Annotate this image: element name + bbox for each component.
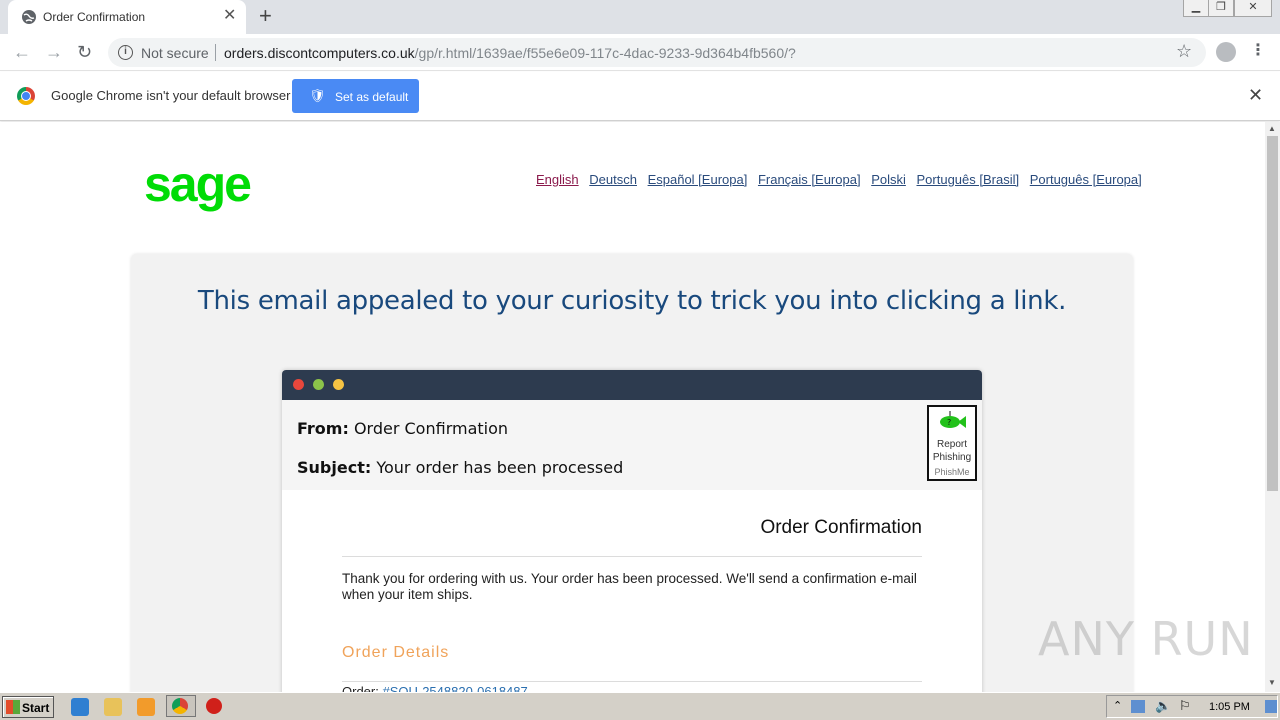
url-path: /gp/r.html/1639ae/f55e6e09-117c-4dac-923… — [414, 45, 796, 61]
order-line: Order: #SOU-2548820-0618487 — [342, 684, 528, 692]
start-label: Start — [22, 701, 50, 715]
scrollbar-thumb[interactable] — [1267, 136, 1278, 491]
email-title: Order Confirmation — [760, 517, 922, 538]
new-tab-button[interactable]: + — [259, 5, 272, 27]
back-icon[interactable]: ← — [13, 42, 31, 62]
reload-icon[interactable]: ↻ — [77, 42, 92, 62]
start-button[interactable]: Start — [2, 696, 54, 718]
subject-label: Subject: — [297, 458, 372, 477]
browser-toolbar: ← → ↻ i Not secure orders.discontcompute… — [0, 34, 1280, 71]
lang-link-deutsch[interactable]: Deutsch — [589, 172, 637, 187]
anyrun-watermark: ANY RUN — [1038, 612, 1254, 666]
report-phishing-button[interactable]: ? Report Phishing PhishMe — [927, 405, 977, 481]
from-label: From: — [297, 419, 349, 438]
yellow-dot-icon — [333, 379, 344, 390]
set-as-default-button[interactable]: 🛡 Set as default — [292, 79, 419, 113]
default-browser-infobar: Google Chrome isn't your default browser… — [0, 72, 1280, 121]
network-icon[interactable] — [1131, 700, 1145, 713]
education-card: This email appealed to your curiosity to… — [131, 254, 1133, 692]
set-as-default-label: Set as default — [335, 90, 409, 104]
antivirus-icon[interactable] — [206, 698, 222, 714]
svg-text:?: ? — [947, 418, 951, 427]
language-selector: English Deutsch Español [Europa] Françai… — [536, 172, 1149, 187]
from-value: Order Confirmation — [353, 419, 509, 438]
vertical-scrollbar[interactable]: ▲ ▼ — [1265, 122, 1280, 692]
lang-link-portugues-brasil[interactable]: Português [Brasil] — [917, 172, 1020, 187]
infobar-message: Google Chrome isn't your default browser — [51, 88, 291, 103]
phish-fish-icon: ? — [940, 411, 966, 428]
email-body: Thank you for ordering with us. Your ord… — [342, 571, 917, 602]
system-tray: ⌃ 🔈 ⚐ 1:05 PM — [1106, 695, 1278, 718]
clock[interactable]: 1:05 PM — [1209, 701, 1250, 713]
forward-icon[interactable]: → — [45, 42, 63, 62]
green-dot-icon — [313, 379, 324, 390]
email-subject: Subject: Your order has been processed — [297, 458, 623, 477]
report-label-2: Phishing — [932, 452, 972, 463]
lang-link-espanol[interactable]: Español [Europa] — [648, 172, 748, 187]
tab-order-confirmation[interactable]: Order Confirmation ✕ — [8, 0, 246, 34]
divider — [342, 556, 922, 557]
show-desktop-icon[interactable] — [1265, 700, 1277, 713]
tab-title: Order Confirmation — [43, 10, 146, 24]
email-window-bar — [282, 370, 982, 400]
info-icon[interactable]: i — [118, 45, 133, 60]
red-dot-icon — [293, 379, 304, 390]
profile-avatar-icon[interactable] — [1216, 42, 1236, 62]
divider — [342, 681, 922, 682]
internet-explorer-icon[interactable] — [71, 698, 89, 716]
bookmark-star-icon[interactable]: ☆ — [1176, 41, 1192, 62]
subject-value: Your order has been processed — [376, 458, 624, 477]
globe-icon — [22, 10, 36, 24]
order-label: Order: — [342, 684, 379, 692]
headline: This email appealed to your curiosity to… — [197, 286, 1067, 316]
chrome-logo-icon — [17, 87, 35, 105]
divider — [215, 44, 216, 61]
email-from: From: Order Confirmation — [297, 419, 508, 438]
order-number-link[interactable]: #SOU-2548820-0618487 — [382, 684, 527, 692]
order-details-heading: Order Details — [342, 644, 450, 661]
windows-taskbar: Start ⌃ 🔈 ⚐ 1:05 PM — [0, 692, 1280, 720]
tray-expand-icon[interactable]: ⌃ — [1113, 699, 1122, 712]
minimize-button[interactable]: ▁ — [1183, 0, 1209, 17]
action-center-flag-icon[interactable]: ⚐ — [1179, 698, 1191, 714]
scroll-up-icon[interactable]: ▲ — [1268, 124, 1276, 133]
scroll-down-icon[interactable]: ▼ — [1268, 678, 1276, 687]
restore-button[interactable]: ❐ — [1208, 0, 1234, 17]
close-window-button[interactable]: ✕ — [1234, 0, 1272, 17]
address-bar[interactable]: i Not secure orders.discontcomputers.co.… — [108, 38, 1206, 67]
shield-icon: 🛡 — [309, 88, 326, 103]
windows-flag-icon — [6, 700, 20, 714]
email-header: From: Order Confirmation Subject: Your o… — [282, 400, 982, 490]
infobar-close-icon[interactable]: ✕ — [1248, 85, 1263, 106]
tab-close-icon[interactable]: ✕ — [223, 7, 236, 25]
lang-link-portugues-europa[interactable]: Português [Europa] — [1030, 172, 1142, 187]
lang-link-francais[interactable]: Français [Europa] — [758, 172, 861, 187]
security-label[interactable]: Not secure — [141, 45, 209, 61]
media-player-icon[interactable] — [137, 698, 155, 716]
file-explorer-icon[interactable] — [104, 698, 122, 716]
page-content: sage English Deutsch Español [Europa] Fr… — [0, 122, 1265, 692]
tab-strip: Order Confirmation ✕ + ▁ ❐ ✕ — [0, 0, 1280, 34]
url-host: orders.discontcomputers.co.uk — [224, 45, 415, 61]
sage-logo[interactable]: sage — [144, 155, 252, 213]
volume-icon[interactable]: 🔈 — [1155, 698, 1171, 714]
url-text[interactable]: orders.discontcomputers.co.uk/gp/r.html/… — [224, 45, 796, 61]
chrome-icon — [172, 698, 188, 714]
report-label-1: Report — [936, 439, 967, 450]
lang-link-english[interactable]: English — [536, 172, 579, 187]
menu-icon[interactable]: ⋮ — [1250, 41, 1266, 61]
lang-link-polski[interactable]: Polski — [871, 172, 906, 187]
email-preview: From: Order Confirmation Subject: Your o… — [282, 370, 982, 692]
report-brand: PhishMe — [934, 467, 970, 477]
